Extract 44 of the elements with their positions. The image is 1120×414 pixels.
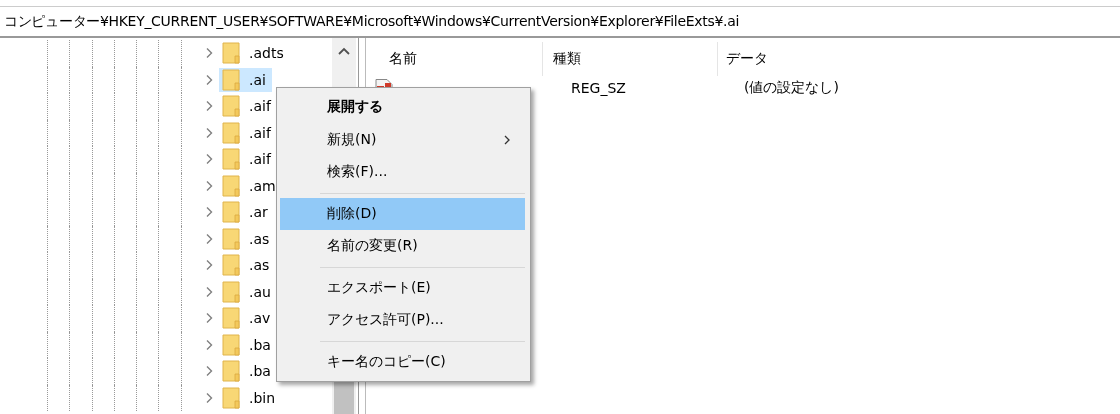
folder-icon: [222, 95, 242, 118]
folder-icon: [222, 280, 242, 303]
column-header[interactable]: データ: [718, 42, 918, 76]
menu-item[interactable]: 削除(D): [280, 197, 525, 230]
folder-icon: [222, 307, 242, 330]
column-header[interactable]: 名前: [367, 42, 543, 76]
value-type: REG_SZ: [570, 80, 627, 96]
tree-item[interactable]: .adts: [219, 41, 290, 66]
menu-item[interactable]: 新規(N): [280, 123, 525, 156]
folder-icon: [222, 68, 242, 91]
tree-item[interactable]: .aif: [219, 94, 277, 119]
folder-icon: [222, 254, 242, 277]
menu-item[interactable]: 展開する: [280, 91, 525, 124]
menu-item[interactable]: 名前の変更(R): [280, 230, 525, 263]
menu-item[interactable]: エクスポート(E): [280, 271, 525, 304]
folder-icon: [222, 174, 242, 197]
scrollbar-thumb[interactable]: [334, 382, 354, 414]
tree-item[interactable]: .ar: [219, 200, 274, 225]
tree-item[interactable]: .ba: [219, 332, 277, 357]
menu-item[interactable]: 検索(F)...: [280, 156, 525, 189]
tree-item[interactable]: .ai: [219, 67, 272, 92]
address-path[interactable]: コンピューター¥HKEY_CURRENT_USER¥SOFTWARE¥Microsoft¥Windows¥CurrentVersion¥Explorer¥FileExts¥.ai: [0, 12, 740, 31]
tree-item[interactable]: .as: [219, 226, 276, 251]
scroll-up-icon[interactable]: [338, 47, 350, 55]
folder-icon: [222, 227, 242, 250]
tree-item[interactable]: .as: [219, 253, 276, 278]
column-header[interactable]: 種類: [543, 42, 718, 76]
tree-item[interactable]: .av: [219, 306, 277, 331]
tree-item[interactable]: .bin: [219, 385, 282, 410]
folder-icon: [222, 360, 242, 383]
folder-icon: [222, 42, 242, 65]
folder-icon: [222, 386, 242, 409]
value-data: (値の設定なし): [743, 79, 839, 97]
menu-item[interactable]: アクセス許可(P)...: [280, 304, 525, 337]
menu-item[interactable]: キー名のコピー(C): [280, 345, 525, 378]
tree-item[interactable]: .aif: [219, 120, 277, 145]
tree-item[interactable]: .am: [219, 173, 282, 198]
tree-item[interactable]: .aif: [219, 147, 277, 172]
folder-icon: [222, 201, 242, 224]
folder-icon: [222, 148, 242, 171]
folder-icon: [222, 121, 242, 144]
tree-item[interactable]: .ba: [219, 359, 277, 384]
folder-icon: [222, 333, 242, 356]
tree-item[interactable]: .au: [219, 279, 277, 304]
